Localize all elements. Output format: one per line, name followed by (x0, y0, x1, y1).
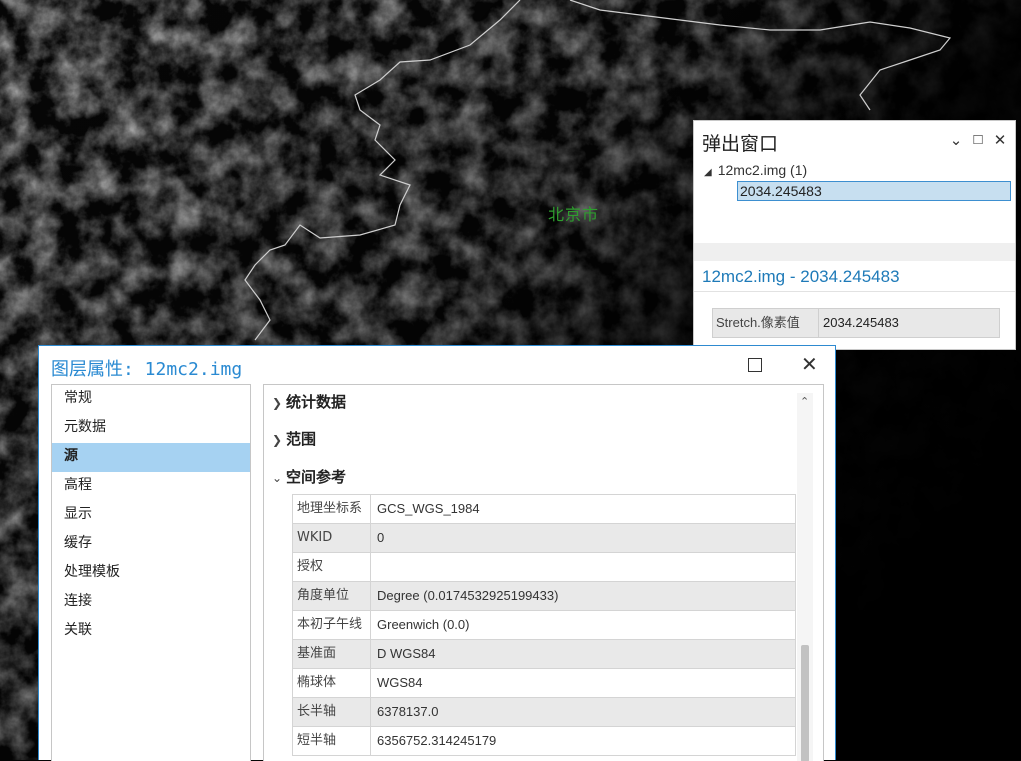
close-icon[interactable]: ✕ (993, 131, 1007, 149)
popup-tree-child[interactable]: 2034.245483 (737, 181, 1011, 201)
property-value: D WGS84 (371, 640, 796, 668)
nav-item-metadata[interactable]: 元数据 (52, 414, 250, 443)
nav-item-display[interactable]: 显示 (52, 501, 250, 530)
nav-item-general[interactable]: 常规 (52, 385, 250, 414)
chevron-up-icon[interactable]: ⌃ (800, 395, 809, 408)
attribute-key: Stretch.像素值 (713, 309, 819, 337)
property-key: 角度单位 (293, 582, 371, 610)
property-value: Greenwich (0.0) (371, 611, 796, 639)
property-value: WGS84 (371, 669, 796, 697)
table-row: 基准面 D WGS84 (293, 640, 796, 669)
table-row: 长半轴 6378137.0 (293, 698, 796, 727)
popup-panel: 弹出窗口 ⌄ □ ✕ ◢ 12mc2.img (1) 2034.245483 12… (693, 120, 1016, 350)
section-extent[interactable]: ❯ 范围 (272, 428, 316, 449)
property-value: 6378137.0 (371, 698, 796, 726)
property-value: 6356752.314245179 (371, 727, 796, 755)
table-row: 本初子午线 Greenwich (0.0) (293, 611, 796, 640)
table-row: WKID 0 (293, 524, 796, 553)
layer-properties-dialog: 图层属性: 12mc2.img ✕ 常规 元数据 源 高程 显示 缓存 处理模板… (38, 345, 836, 761)
table-row: 短半轴 6356752.314245179 (293, 727, 796, 756)
property-key: 长半轴 (293, 698, 371, 726)
nav-item-processing-templates[interactable]: 处理模板 (52, 559, 250, 588)
chevron-down-icon: ⌄ (272, 471, 283, 485)
chevron-right-icon: ❯ (272, 433, 283, 447)
map-city-label: 北京市 (548, 205, 600, 224)
divider (694, 291, 1015, 292)
maximize-icon[interactable]: □ (971, 131, 985, 149)
property-key: WKID (293, 524, 371, 552)
property-key: 授权 (293, 553, 371, 581)
property-value: Degree (0.0174532925199433) (371, 582, 796, 610)
vertical-scrollbar[interactable]: ⌃ (797, 393, 813, 761)
property-value: 0 (371, 524, 796, 552)
popup-splitter[interactable] (694, 243, 1015, 261)
section-statistics[interactable]: ❯ 统计数据 (272, 391, 346, 412)
property-key: 本初子午线 (293, 611, 371, 639)
popup-attribute-row: Stretch.像素值 2034.245483 (712, 308, 1000, 338)
maximize-icon[interactable] (748, 358, 762, 372)
properties-content: ❯ 统计数据 ❯ 范围 ⌄ 空间参考 地理坐标系 GCS_WGS_1984 WKID … (263, 384, 824, 761)
section-label: 统计数据 (286, 393, 347, 411)
properties-nav: 常规 元数据 源 高程 显示 缓存 处理模板 连接 关联 (51, 384, 251, 761)
chevron-down-icon[interactable]: ⌄ (949, 131, 963, 149)
property-key: 基准面 (293, 640, 371, 668)
property-key: 椭球体 (293, 669, 371, 697)
table-row: 地理坐标系 GCS_WGS_1984 (293, 495, 796, 524)
close-icon[interactable]: ✕ (801, 352, 818, 377)
property-key: 地理坐标系 (293, 495, 371, 523)
dialog-title: 图层属性: 12mc2.img (51, 359, 243, 380)
tree-root-label: 12mc2.img (1) (717, 162, 808, 178)
property-value (371, 553, 796, 581)
property-value: GCS_WGS_1984 (371, 495, 796, 523)
spatial-reference-table: 地理坐标系 GCS_WGS_1984 WKID 0 授权 角度单位 Degree… (292, 494, 796, 756)
nav-item-source[interactable]: 源 (52, 443, 250, 472)
section-label: 空间参考 (286, 468, 347, 486)
nav-item-elevation[interactable]: 高程 (52, 472, 250, 501)
nav-item-cache[interactable]: 缓存 (52, 530, 250, 559)
nav-item-relates[interactable]: 关联 (52, 617, 250, 646)
nav-item-joins[interactable]: 连接 (52, 588, 250, 617)
popup-feature-heading: 12mc2.img - 2034.245483 (702, 267, 900, 286)
popup-title: 弹出窗口 (702, 133, 779, 155)
popup-tree-root[interactable]: ◢ 12mc2.img (1) (704, 162, 807, 178)
scrollbar-thumb[interactable] (801, 645, 809, 761)
property-key: 短半轴 (293, 727, 371, 755)
table-row: 授权 (293, 553, 796, 582)
section-label: 范围 (286, 430, 317, 448)
attribute-value: 2034.245483 (823, 315, 899, 330)
section-spatial-reference[interactable]: ⌄ 空间参考 (272, 466, 346, 487)
table-row: 椭球体 WGS84 (293, 669, 796, 698)
chevron-right-icon: ❯ (272, 396, 283, 410)
table-row: 角度单位 Degree (0.0174532925199433) (293, 582, 796, 611)
popup-controls: ⌄ □ ✕ (949, 131, 1007, 149)
collapse-triangle-icon[interactable]: ◢ (704, 167, 712, 178)
